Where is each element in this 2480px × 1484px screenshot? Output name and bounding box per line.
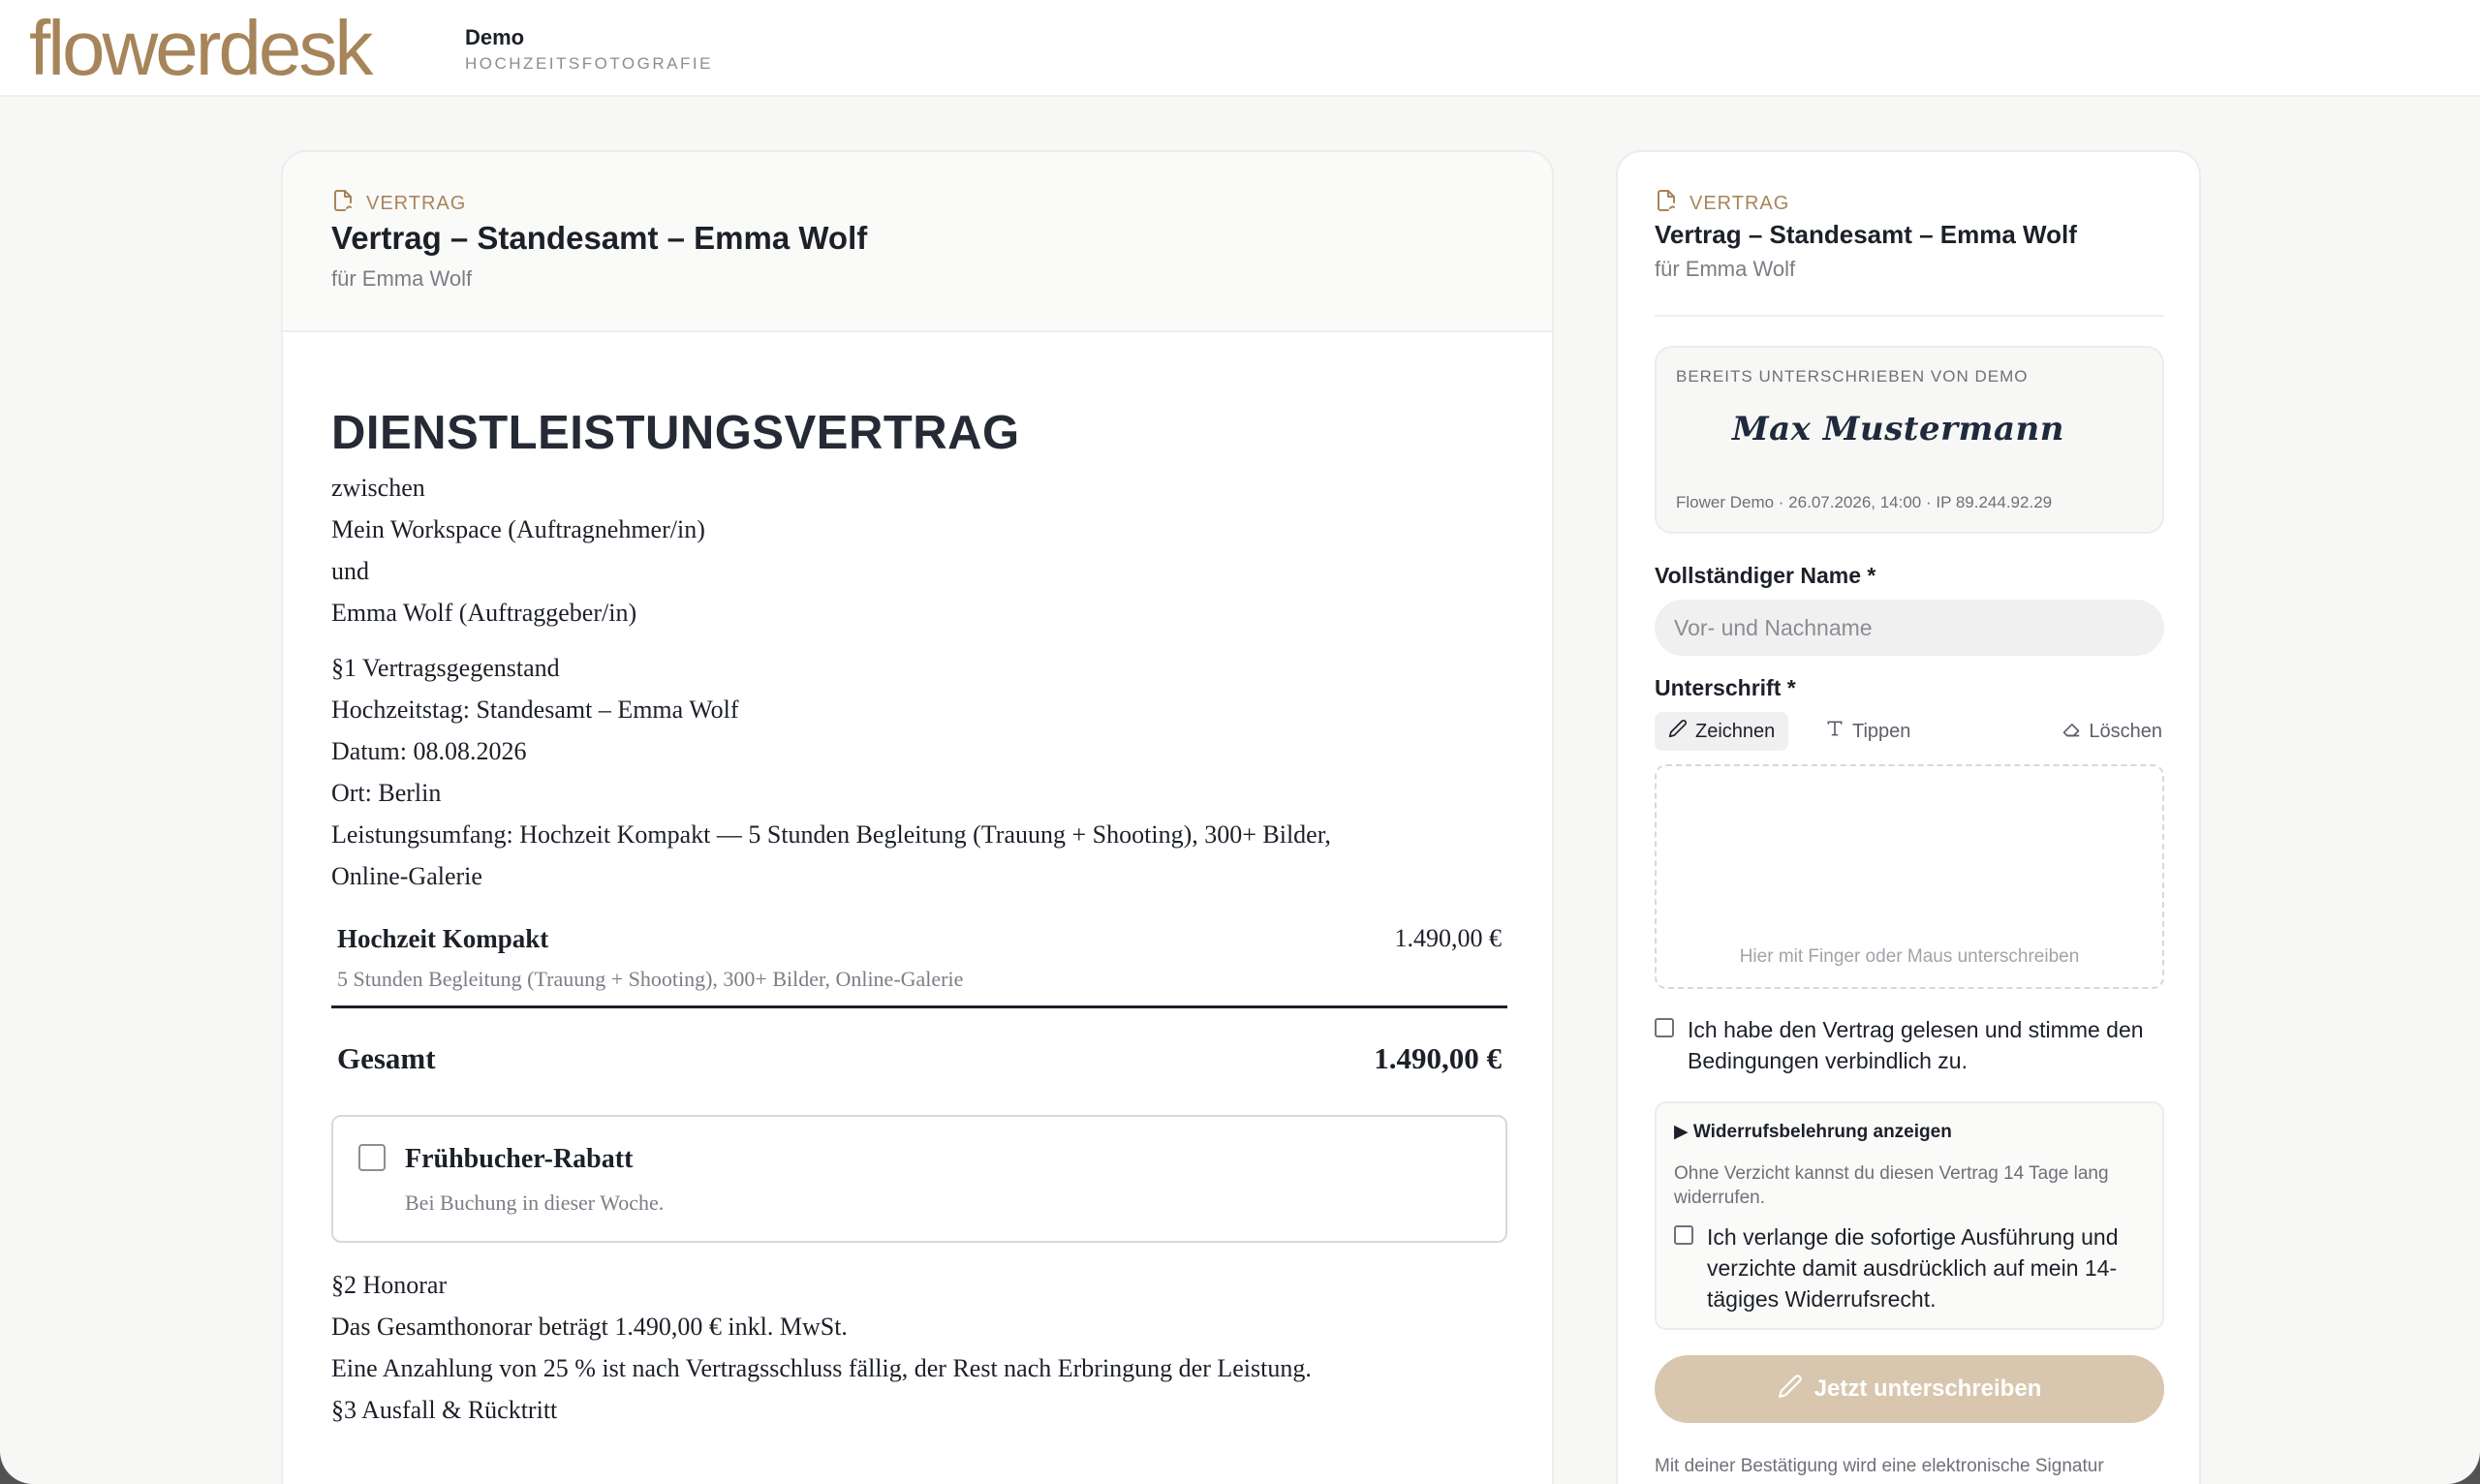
- optional-item-early-booking[interactable]: Frühbucher-Rabatt Bei Buchung in dieser …: [331, 1115, 1507, 1243]
- line-item-name: Hochzeit Kompakt: [337, 924, 549, 953]
- party-line: zwischen: [331, 474, 425, 502]
- document-icon: [1655, 189, 1678, 218]
- existing-signature-box: BEREITS UNTERSCHRIEBEN VON DEMO Max Must…: [1655, 346, 2164, 534]
- document-recipient: für Emma Wolf: [331, 266, 473, 291]
- sign-now-label: Jetzt unterschreiben: [1814, 1376, 2042, 1402]
- signature-panel: VERTRAG Vertrag – Standesamt – Emma Wolf…: [1616, 150, 2201, 1484]
- clear-label: Löschen: [2089, 720, 2162, 742]
- eraser-icon: [2062, 719, 2081, 744]
- panel-divider: [1655, 315, 2164, 317]
- panel-title: Vertrag – Standesamt – Emma Wolf: [1655, 220, 2077, 249]
- tab-type[interactable]: Tippen: [1812, 712, 1924, 751]
- party-line: Mein Workspace (Auftragnehmer/in): [331, 515, 705, 543]
- agree-terms-checkbox[interactable]: [1655, 1018, 1674, 1037]
- tab-type-label: Tippen: [1852, 720, 1911, 742]
- top-header: flowerdesk Demo HOCHZEITSFOTOGRAFIE: [0, 0, 2480, 97]
- section-2-line: Das Gesamthonorar beträgt 1.490,00 € ink…: [331, 1313, 848, 1341]
- pencil-icon: [1668, 719, 1688, 744]
- revocation-box: ▶ Widerrufsbelehrung anzeigen Ohne Verzi…: [1655, 1101, 2164, 1330]
- line-item: Hochzeit Kompakt 1.490,00 € 5 Stunden Be…: [331, 918, 1507, 991]
- sign-now-button[interactable]: Jetzt unterschreiben: [1655, 1355, 2164, 1423]
- flowerdesk-logo[interactable]: flowerdesk: [29, 4, 373, 93]
- signature-pad-hint: Hier mit Finger oder Maus unterschreiben: [1739, 946, 2080, 967]
- full-name-input[interactable]: [1655, 600, 2164, 656]
- contract-body: DIENSTLEISTUNGSVERTRAG zwischen Mein Wor…: [331, 399, 1507, 1431]
- agree-terms-text: Ich habe den Vertrag gelesen und stimme …: [1688, 1017, 2144, 1073]
- revocation-waiver-row[interactable]: Ich verlange die sofortige Ausführung un…: [1674, 1221, 2149, 1314]
- document-kicker: VERTRAG: [331, 189, 466, 218]
- line-item-description: 5 Stunden Begleitung (Trauung + Shooting…: [337, 967, 964, 991]
- pencil-icon: [1778, 1374, 1803, 1406]
- total-row: Gesamt 1.490,00 €: [331, 1008, 1507, 1109]
- line-item-price: 1.490,00 €: [1394, 924, 1503, 952]
- party-line: und: [331, 557, 369, 585]
- section-1-line: Datum: 08.08.2026: [331, 737, 527, 765]
- revocation-info: Ohne Verzicht kannst du diesen Vertrag 1…: [1674, 1163, 2109, 1208]
- signature-footer-note: Mit deiner Bestätigung wird eine elektro…: [1655, 1456, 2104, 1476]
- tab-draw[interactable]: Zeichnen: [1655, 712, 1789, 751]
- contract-document-card: VERTRAG Vertrag – Standesamt – Emma Wolf…: [281, 150, 1554, 1484]
- agree-terms-row[interactable]: Ich habe den Vertrag gelesen und stimme …: [1655, 1014, 2164, 1076]
- revocation-waiver-text: Ich verlange die sofortige Ausführung un…: [1707, 1224, 2119, 1312]
- line-items: Hochzeit Kompakt 1.490,00 € 5 Stunden Be…: [331, 918, 1507, 1109]
- section-1-line: Online-Galerie: [331, 862, 482, 890]
- contract-heading: DIENSTLEISTUNGSVERTRAG: [331, 407, 1020, 459]
- existing-signature-meta: Flower Demo · 26.07.2026, 14:00 · IP 89.…: [1676, 493, 2053, 511]
- full-name-label: Vollständiger Name *: [1655, 563, 1876, 588]
- optional-item-title: Frühbucher-Rabatt: [405, 1144, 634, 1174]
- tab-draw-label: Zeichnen: [1695, 720, 1776, 742]
- section-1-line: Hochzeitstag: Standesamt – Emma Wolf: [331, 696, 739, 724]
- section-1-line: Leistungsumfang: Hochzeit Kompakt — 5 St…: [331, 820, 1331, 849]
- optional-item-description: Bei Buchung in dieser Woche.: [405, 1190, 665, 1215]
- total-label: Gesamt: [337, 1041, 436, 1075]
- panel-kicker: VERTRAG: [1655, 189, 1789, 218]
- existing-signature: Max Mustermann: [1732, 410, 2064, 448]
- section-2-line: Eine Anzahlung von 25 % ist nach Vertrag…: [331, 1354, 1312, 1382]
- revocation-toggle[interactable]: ▶ Widerrufsbelehrung anzeigen: [1674, 1121, 1952, 1143]
- panel-kicker-label: VERTRAG: [1690, 192, 1790, 214]
- workspace-subtitle: HOCHZEITSFOTOGRAFIE: [465, 54, 713, 73]
- document-icon: [331, 189, 355, 218]
- section-3-heading: §3 Ausfall & Rücktritt: [331, 1396, 558, 1424]
- text-type-icon: [1825, 719, 1844, 744]
- optional-item-checkbox[interactable]: [358, 1144, 386, 1171]
- document-title: Vertrag – Standesamt – Emma Wolf: [331, 220, 868, 256]
- section-1-heading: §1 Vertragsgegenstand: [331, 654, 560, 682]
- party-line: Emma Wolf (Auftraggeber/in): [331, 599, 637, 627]
- panel-recipient: für Emma Wolf: [1655, 257, 1796, 281]
- section-2-heading: §2 Honorar: [331, 1271, 448, 1299]
- document-kicker-label: VERTRAG: [366, 192, 467, 214]
- workspace-name: Demo: [465, 25, 525, 49]
- signature-pad[interactable]: Hier mit Finger oder Maus unterschreiben: [1655, 764, 2164, 989]
- signature-label: Unterschrift *: [1655, 675, 1796, 700]
- clear-signature-button[interactable]: Löschen: [2062, 712, 2162, 751]
- total-value: 1.490,00 €: [1374, 1041, 1502, 1075]
- existing-signature-label: BEREITS UNTERSCHRIEBEN VON DEMO: [1676, 367, 2029, 386]
- revocation-waiver-checkbox[interactable]: [1674, 1225, 1693, 1245]
- app-screen: flowerdesk Demo HOCHZEITSFOTOGRAFIE VERT…: [0, 0, 2480, 1484]
- document-header: VERTRAG Vertrag – Standesamt – Emma Wolf…: [283, 152, 1552, 332]
- section-1-line: Ort: Berlin: [331, 779, 442, 807]
